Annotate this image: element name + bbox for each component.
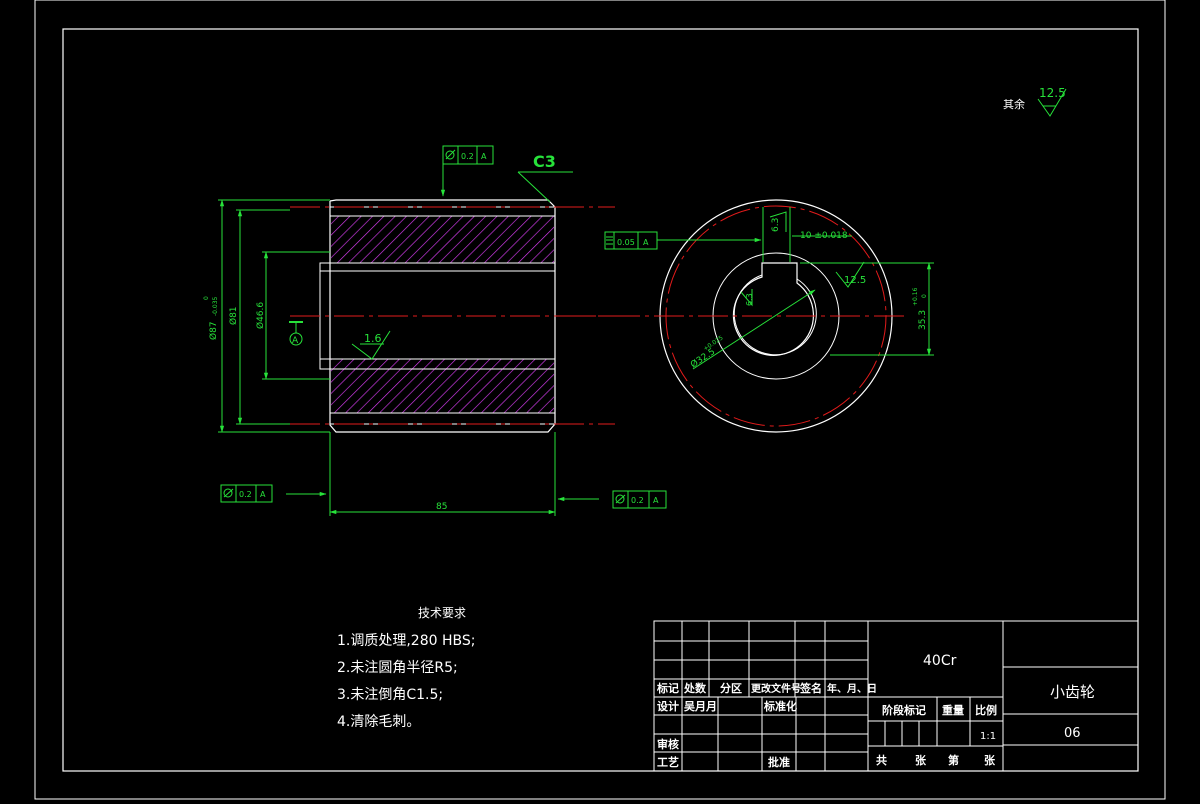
tb-sheet: 张 (984, 753, 996, 767)
cad-drawing-sheet: 其余 12.5 Ø87 0 -0.035 Ø81 Ø46.6 A 1.6 0.2… (0, 0, 1200, 800)
tol-top-datum: A (481, 152, 487, 161)
dim-outer-tol-upper: 0 (203, 296, 210, 300)
tb-mark: 标记 (656, 681, 679, 695)
title-block: 标记 处数 分区 更改文件号 签名 年、月、日 设计 吴月月 标准化 审核 工艺… (653, 620, 1139, 772)
bore-arc (733, 274, 817, 356)
tol-side-datum: A (643, 238, 649, 247)
roughness-bore-value: 1.6 (364, 332, 382, 345)
inner-border (62, 28, 1139, 772)
tb-total: 共 (876, 753, 887, 767)
surface-note-label: 其余 (1003, 97, 1025, 111)
tb-scale: 1:1 (980, 731, 996, 742)
tb-stage: 阶段标记 (882, 703, 926, 717)
tol-top-value: 0.2 (461, 152, 474, 161)
tb-review: 审核 (657, 737, 679, 751)
outer-border (34, 0, 1166, 800)
dim-bore-side: Ø32.5 (689, 346, 718, 370)
tech-title: 技术要求 (418, 606, 466, 620)
tech-item-2: 2.未注圆角半径R5; (337, 660, 458, 676)
hub-circle (712, 252, 840, 380)
surface-note-value: 12.5 (1039, 86, 1066, 100)
tol-frame-right: 0.2 A (557, 490, 667, 509)
dim-bore-dia: Ø46.6 (255, 302, 266, 329)
tol-left-value: 0.2 (239, 490, 252, 499)
section-hatch-bottom (331, 359, 554, 413)
dim-length: 85 (436, 502, 447, 512)
tb-drawing-no: 06 (1064, 726, 1081, 741)
roughness-inner-value: 6.3 (745, 293, 754, 306)
tech-item-1: 1.调质处理,280 HBS; (337, 633, 475, 649)
dim-outer-dia: Ø87 (208, 321, 219, 340)
roughness-key-value: 12.5 (844, 275, 866, 286)
dim-outer-tol-lower: -0.035 (212, 296, 219, 316)
tb-approve: 批准 (768, 755, 790, 769)
section-hatch-top (331, 216, 554, 263)
dim-mid-dia: Ø81 (228, 306, 239, 325)
tb-process: 工艺 (657, 755, 679, 769)
chamfer-label: C3 (533, 152, 556, 171)
dim-keyway-depth-label: 6.3 (771, 218, 781, 232)
tb-change-doc: 更改文件号 (751, 682, 801, 695)
tb-design: 设计 (657, 699, 679, 713)
tb-count: 处数 (683, 681, 707, 695)
tb-sign: 签名 (799, 681, 822, 695)
tol-left-datum: A (260, 490, 266, 499)
front-view: Ø87 0 -0.035 Ø81 Ø46.6 A 1.6 0.2 A C3 0.… (203, 145, 667, 516)
drawing-canvas: 其余 12.5 Ø87 0 -0.035 Ø81 Ø46.6 A 1.6 0.2… (34, 0, 1166, 800)
tb-scale-label: 比例 (975, 703, 997, 717)
dim-keydepth: 35.3 (918, 310, 928, 330)
tb-zone: 分区 (720, 681, 742, 695)
tol-frame-top: 0.2 A (440, 145, 494, 197)
tech-item-4: 4.清除毛刺。 (337, 714, 420, 730)
tb-standard: 标准化 (763, 699, 797, 713)
tb-weight: 重量 (942, 703, 964, 717)
side-view: 10 ±0.018 6.3 0.05 A 35.3 +0.16 0 12.5 6… (566, 199, 934, 433)
tb-material: 40Cr (923, 653, 957, 669)
tech-requirements: 技术要求 1.调质处理,280 HBS; 2.未注圆角半径R5; 3.未注倒角C… (337, 606, 475, 730)
tol-side-value: 0.05 (617, 238, 635, 247)
tol-right-datum: A (653, 496, 659, 505)
chamfer-leader (517, 171, 551, 203)
tb-part-name: 小齿轮 (1050, 683, 1095, 701)
tech-item-3: 3.未注倒角C1.5; (337, 687, 443, 703)
dim-keydepth-tol-lower: 0 (921, 294, 928, 298)
tb-designer: 吴月月 (684, 700, 717, 713)
dim-keydepth-tol-upper: +0.16 (912, 287, 919, 306)
tb-date: 年、月、日 (827, 682, 877, 695)
tb-page: 第 (948, 753, 959, 767)
dim-keyway-width: 10 ±0.018 (800, 231, 848, 241)
tb-sheets: 张 (915, 753, 927, 767)
datum-symbol-label: A (292, 336, 299, 346)
tol-right-value: 0.2 (631, 496, 644, 505)
tol-frame-left: 0.2 A (220, 484, 327, 503)
